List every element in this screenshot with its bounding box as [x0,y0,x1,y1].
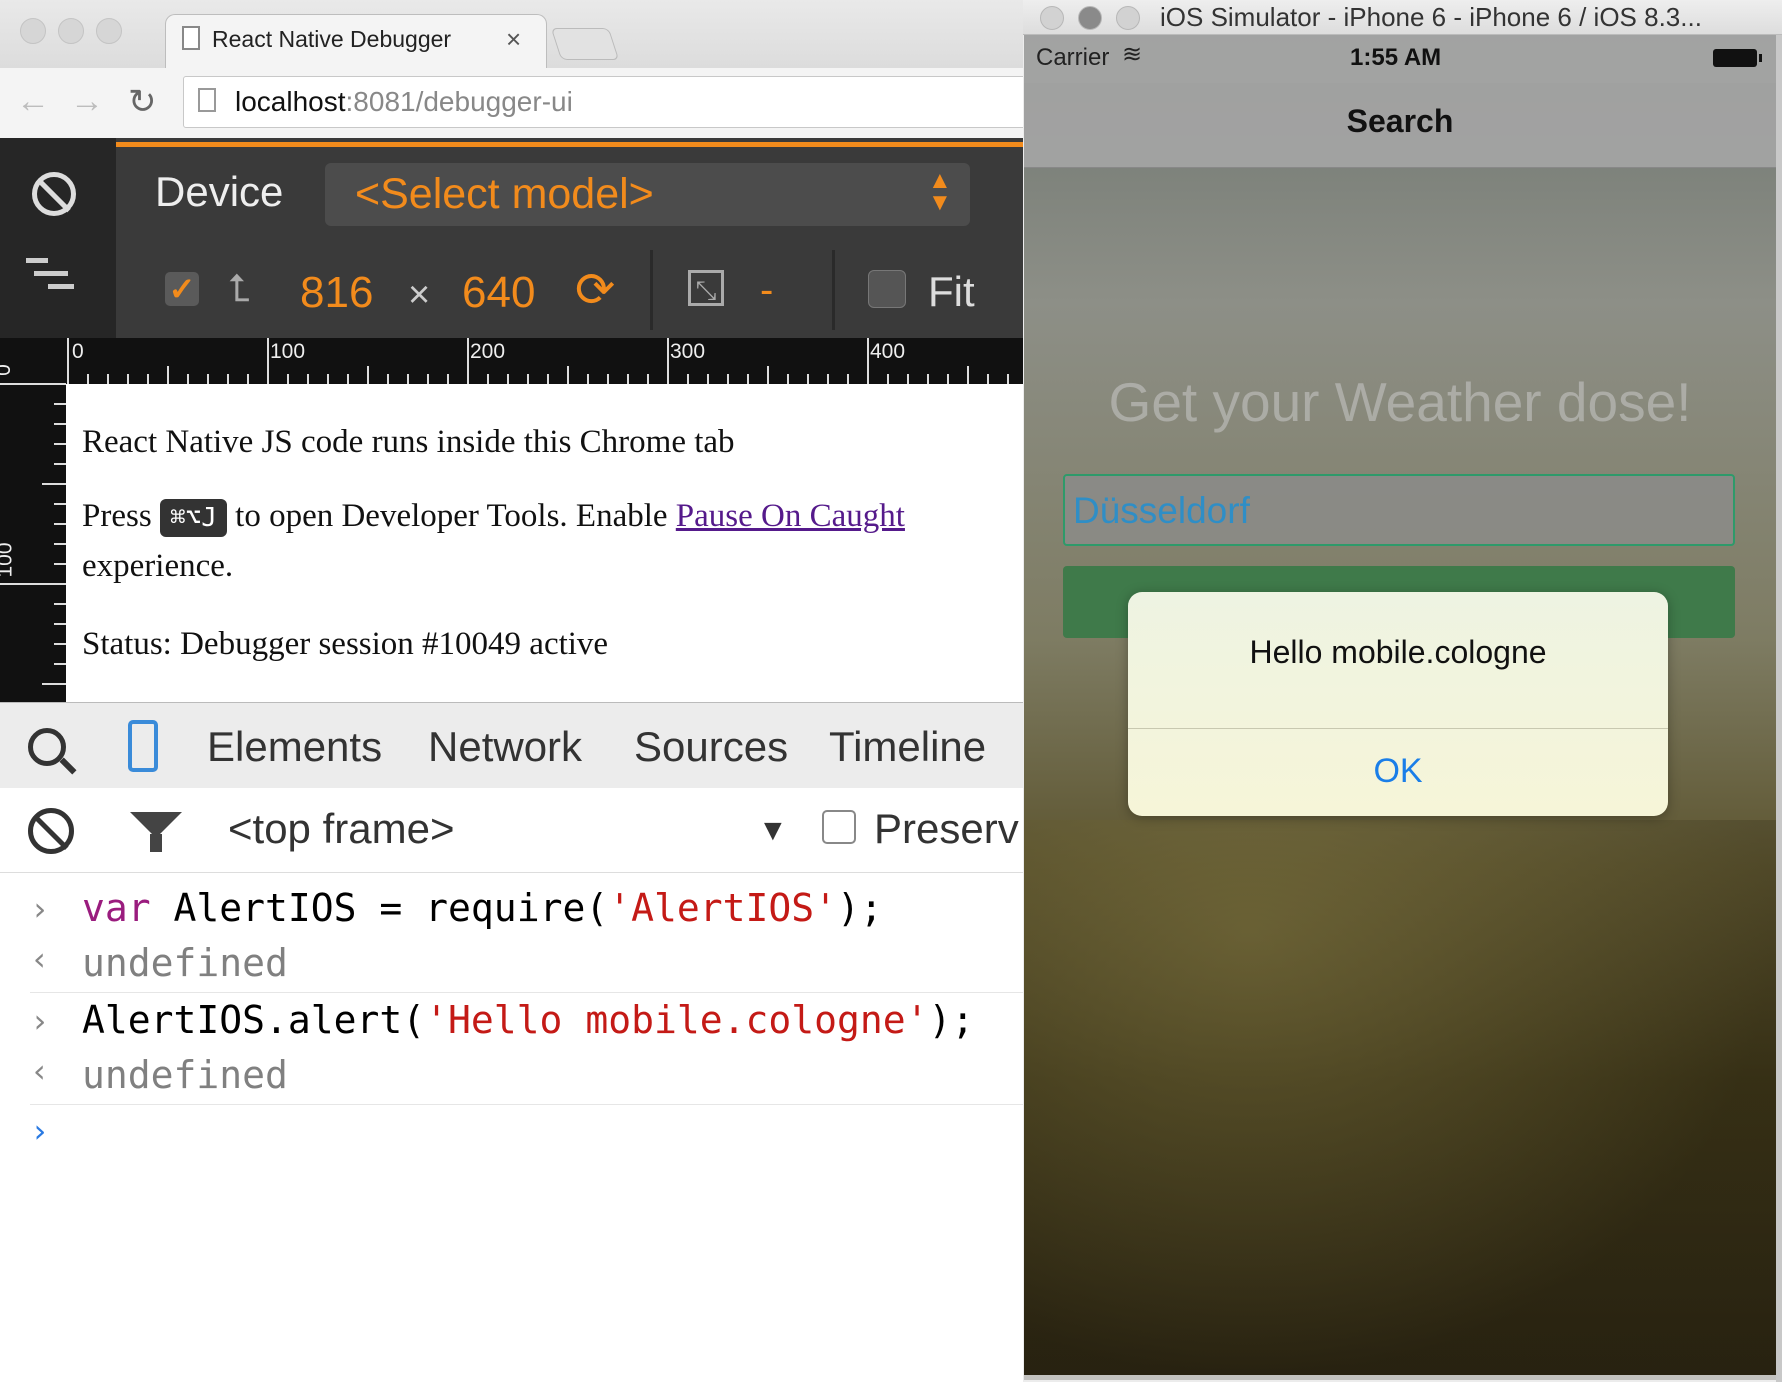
preserve-log-label: Preserv [874,805,1019,852]
close-window-button[interactable] [1040,6,1064,30]
disable-emulation-icon[interactable] [32,172,76,216]
simulator-title: iOS Simulator - iPhone 6 - iPhone 6 / iO… [1160,2,1702,32]
tagline-text: Get your Weather dose! [1108,371,1692,433]
frame-select[interactable]: <top frame> [228,805,454,853]
tab-network[interactable]: Network [428,723,582,771]
device-mode-icon[interactable] [128,720,158,772]
input-prompt-icon: › [30,890,50,928]
media-queries-icon[interactable] [26,258,74,297]
zoom-value: - [760,268,774,312]
model-select-value[interactable]: <Select model> [355,170,654,219]
ruler-label: 0 [72,340,84,363]
page-icon [198,88,216,112]
toolbar-divider [832,250,835,330]
preserve-log-checkbox[interactable] [822,810,856,844]
search-icon[interactable] [28,728,66,766]
fit-checkbox[interactable] [868,270,906,308]
console-divider [30,992,1040,993]
press-text: Press [82,498,152,534]
output-prompt-icon: ‹ [30,1052,50,1090]
select-arrows-icon[interactable]: ▲ ▼ [928,169,952,215]
console-divider [30,1104,1040,1105]
ruler-label: 300 [670,340,706,363]
chrome-window: React Native Debugger × ← → ↻ localhost:… [0,0,1040,1382]
console-prompt-icon[interactable]: › [30,1112,49,1150]
status-text: Status: Debugger session #10049 active [82,626,609,662]
tab-sources[interactable]: Sources [634,723,788,771]
carrier-label: Carrier [1036,44,1110,71]
ruler-label: 400 [870,340,906,363]
swap-dimensions-icon[interactable]: ⮤ [228,268,250,311]
zoom-window-button[interactable] [96,18,122,44]
height-input[interactable]: 640 [462,268,535,318]
clear-console-icon[interactable] [28,808,74,854]
page-icon [182,26,200,50]
new-tab-button[interactable] [550,28,620,60]
output-prompt-icon: ‹ [30,940,50,978]
tab-elements[interactable]: Elements [207,723,382,771]
ruler-label: 100 [0,542,17,578]
input-prompt-icon: › [30,1002,50,1040]
fit-label: Fit [928,268,975,315]
shrink-to-fit-icon[interactable]: ⤡ [688,270,724,306]
vertical-ruler: 0 100 [0,338,66,702]
close-window-button[interactable] [20,18,46,44]
horizontal-ruler: 0 100 200 300 400 [0,338,1040,384]
battery-icon [1713,49,1762,67]
ruler-label: 200 [470,340,506,363]
minimize-window-button[interactable] [1078,6,1102,30]
alert-message: Hello mobile.cologne [1249,634,1547,670]
ruler-label: 100 [270,340,306,363]
instructions-text: Press ⌘⌥J to open Developer Tools. Enabl… [82,498,905,538]
console-output-line: undefined [82,941,288,985]
reload-icon[interactable]: ↻ [128,82,157,122]
minimize-window-button[interactable] [58,18,84,44]
alert-divider [1128,728,1668,729]
device-toolbar-accent [116,142,1040,147]
zoom-window-button[interactable] [1116,6,1140,30]
toolbar-divider [650,250,653,330]
console-output-line: undefined [82,1053,288,1097]
back-arrow-icon[interactable]: ← [16,82,50,121]
ruler-label: 0 [0,364,16,376]
tab-close-icon[interactable]: × [506,24,521,55]
times-sign: × [408,274,431,316]
console-input-line: var AlertIOS = require('AlertIOS'); [82,886,883,930]
dropdown-arrow-icon[interactable]: ▼ [758,814,788,848]
background-landscape [1024,820,1776,1380]
status-time: 1:55 AM [1350,44,1442,71]
simulator-frame-edge [1776,35,1782,1382]
emulate-resolution-checkbox[interactable]: ✓ [165,272,199,306]
rotate-icon[interactable]: ⟳ [575,262,615,318]
filter-icon-stem [150,834,162,852]
intro-text: React Native JS code runs inside this Ch… [82,424,735,460]
instructions-mid-text: to open Developer Tools. Enable [235,498,668,534]
forward-arrow-icon[interactable]: → [70,82,104,121]
wifi-icon: ≋ [1122,41,1143,68]
city-input-value[interactable]: Düsseldorf [1073,490,1250,532]
width-input[interactable]: 816 [300,268,373,318]
instructions-continuation: experience. [82,548,234,584]
nav-title: Search [1346,103,1454,139]
shortcut-key: ⌘⌥J [159,499,227,538]
console-input-line: AlertIOS.alert('Hello mobile.cologne'); [82,998,975,1042]
device-label: Device [155,168,284,215]
pause-on-caught-link[interactable]: Pause On Caught [676,498,905,534]
device-toolbar-sidebar [0,138,116,338]
tab-timeline[interactable]: Timeline [829,723,986,771]
url-text[interactable]: localhost:8081/debugger-ui [235,86,573,118]
tab-title: React Native Debugger [212,26,452,52]
alert-ok-button[interactable]: OK [1128,752,1668,791]
